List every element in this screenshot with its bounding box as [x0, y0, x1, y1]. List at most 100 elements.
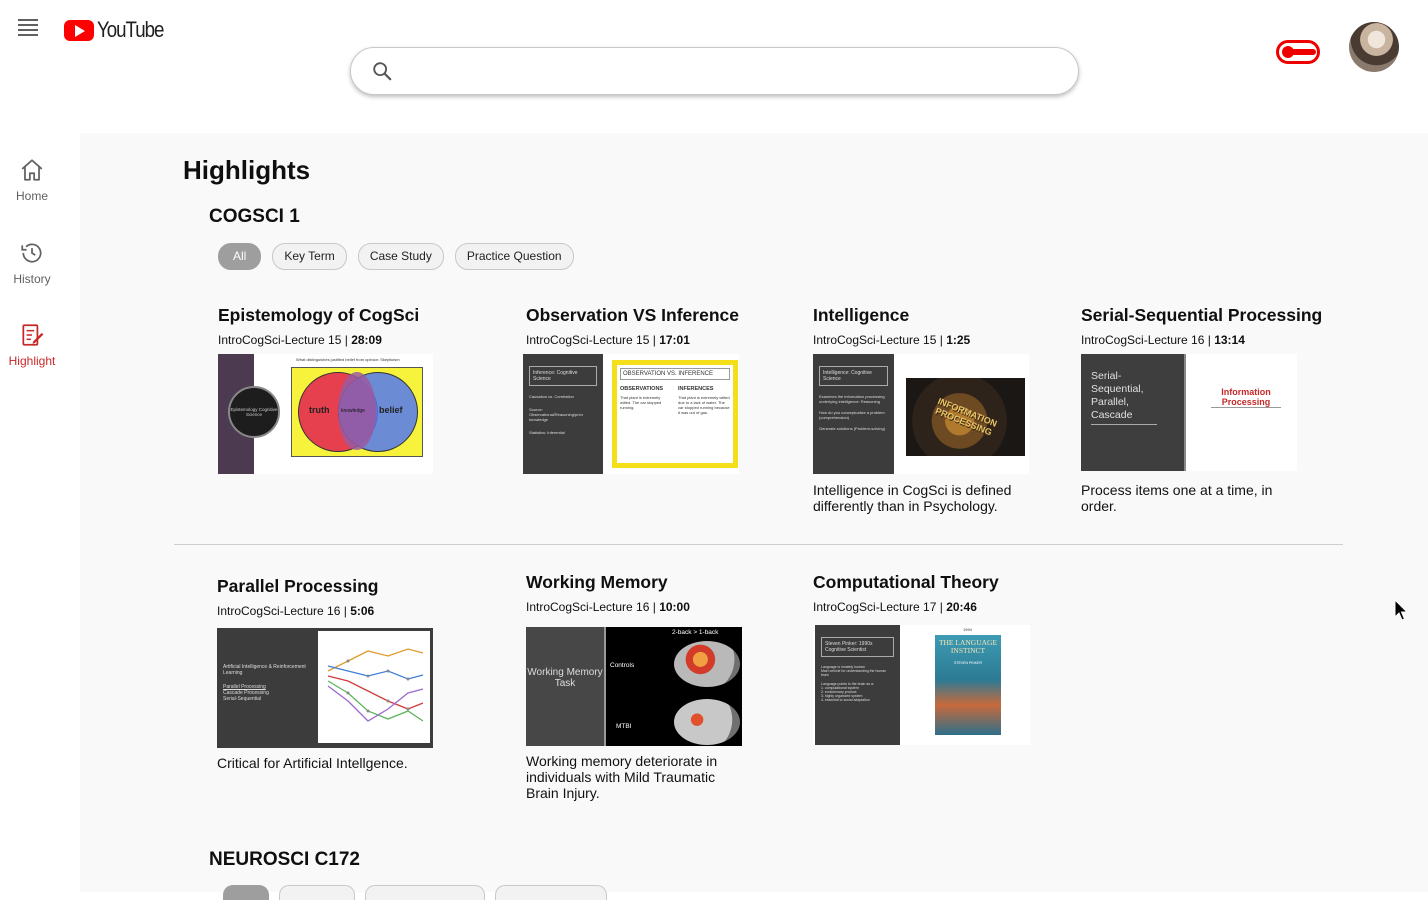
video-thumbnail[interactable]: Serial-Sequential, Parallel, Cascade Inf…: [1081, 354, 1297, 471]
chip-practice-question[interactable]: Practice Question: [454, 243, 574, 270]
slide-line: Source: Observational/Reasoning/prior kn…: [529, 407, 584, 422]
sidebar-item-history[interactable]: History: [0, 240, 64, 286]
toggle-track: [1290, 49, 1316, 55]
chip-practice-question[interactable]: [495, 885, 607, 900]
card-lecture: IntroCogSci-Lecture 16 | 13:14: [1081, 333, 1245, 347]
notebook-col-text: That plant is extremely wilted. The car …: [620, 395, 662, 410]
slide-box: Inference: Cognitive Science: [529, 366, 597, 386]
slide-text: Working Memory Task: [527, 667, 603, 689]
notebook-col-heading: OBSERVATIONS: [620, 386, 664, 392]
mouse-cursor-icon: [1394, 599, 1408, 621]
page-title: Highlights: [183, 155, 311, 185]
top-bar: YouTube: [0, 0, 1428, 120]
slide-panel: Serial-Sequential, Parallel, Cascade: [1081, 354, 1186, 471]
toggle-icon[interactable]: [1276, 40, 1320, 64]
sidebar-item-label: History: [13, 272, 51, 286]
slide-right-text: Information Processing: [1211, 387, 1281, 408]
venn-label-left: truth: [309, 405, 330, 415]
card-description: Working memory deteriorate in individual…: [526, 753, 718, 801]
slide-box: Intelligence: Cognitive Science: [819, 366, 888, 386]
notebook-heading: OBSERVATION VS. INFERENCE: [620, 368, 730, 380]
card-lecture: IntroCogSci-Lecture 15 | 28:09: [218, 333, 382, 347]
brain-label-controls: Controls: [610, 662, 635, 669]
book-year: 1994: [963, 627, 972, 632]
card-timestamp: 20:46: [946, 600, 977, 614]
chip-all[interactable]: All: [218, 243, 262, 270]
search-icon[interactable]: [371, 60, 393, 82]
sidebar-item-highlight[interactable]: Highlight: [0, 322, 64, 368]
highlight-icon: [22, 324, 44, 346]
card-lecture: IntroCogSci-Lecture 16 | 10:00: [526, 600, 690, 614]
gears-image: INFORMATION PROCESSING: [906, 378, 1025, 456]
card-title[interactable]: Serial-Sequential Processing: [1081, 305, 1322, 326]
chip-case-study[interactable]: Case Study: [357, 243, 444, 270]
highlight-card[interactable]: Intelligence IntroCogSci-Lecture 15 | 1:…: [813, 305, 970, 347]
card-title[interactable]: Epistemology of CogSci: [218, 305, 419, 326]
book-author: STEVEN PINKER: [953, 661, 982, 665]
brain-image-mtbi: [674, 699, 740, 745]
filter-chips: All Key Term Case Study Practice Questio…: [218, 243, 574, 270]
row-divider: [174, 544, 1343, 545]
video-thumbnail[interactable]: Epistemology Cognitive Science What dist…: [218, 354, 433, 474]
slide-caption: What distinguishes justified belief from…: [296, 357, 400, 362]
slide-panel: Working Memory Task: [526, 627, 606, 746]
highlight-card[interactable]: Serial-Sequential Processing IntroCogSci…: [1081, 305, 1322, 347]
slide-line: Serial-Sequential: [223, 696, 262, 702]
slide-line: Causation vs. Correlation: [529, 394, 574, 399]
card-description: Critical for Artificial Intellgence.: [217, 755, 408, 771]
video-thumbnail[interactable]: Working Memory Task 2-back > 1-back Cont…: [526, 627, 742, 746]
home-icon: [21, 159, 43, 181]
card-title[interactable]: Computational Theory: [813, 572, 999, 593]
slide-line: Generate solutions (Problem-solving): [819, 426, 886, 431]
notebook-image: OBSERVATION VS. INFERENCE OBSERVATIONS Th…: [612, 360, 738, 468]
card-timestamp: 17:01: [659, 333, 690, 347]
card-lecture: IntroCogSci-Lecture 16 | 5:06: [217, 604, 375, 618]
sidebar: Home History Highlight: [0, 135, 80, 892]
video-thumbnail[interactable]: Inference: Cognitive Science Causation v…: [523, 354, 739, 474]
highlight-card[interactable]: Parallel Processing IntroCogSci-Lecture …: [217, 576, 378, 618]
chip-case-study[interactable]: [365, 885, 485, 900]
chip-key-term[interactable]: Key Term: [272, 243, 347, 270]
brain-label-mtbi: MTBI: [616, 723, 632, 730]
highlight-card[interactable]: Computational Theory IntroCogSci-Lecture…: [813, 572, 999, 614]
venn-label-right: belief: [379, 405, 403, 415]
slide-panel: Inference: Cognitive Science Causation v…: [523, 354, 603, 474]
card-description: Intelligence in CogSci is defined differ…: [813, 482, 1012, 514]
slide-line: Statistics: Inferential: [529, 430, 565, 435]
slide-box: Steven Pinker: 1990s Cognitive Scientist: [821, 637, 894, 657]
video-thumbnail[interactable]: Artificial Intelligence & Reinforcement …: [217, 628, 433, 748]
slide-panel: Intelligence: Cognitive Science Examines…: [813, 354, 894, 474]
slide-panel: Artificial Intelligence & Reinforcement …: [217, 628, 317, 748]
card-timestamp: 5:06: [350, 604, 375, 618]
avatar[interactable]: [1349, 22, 1399, 72]
venn-label-mid: knowledge: [341, 408, 365, 414]
youtube-logo[interactable]: YouTube: [64, 17, 175, 43]
highlight-card[interactable]: Working Memory IntroCogSci-Lecture 16 | …: [526, 572, 690, 614]
chip-all[interactable]: [223, 885, 269, 900]
highlight-card[interactable]: Observation VS Inference IntroCogSci-Lec…: [526, 305, 739, 347]
sidebar-item-home[interactable]: Home: [0, 157, 64, 203]
history-icon: [21, 243, 42, 263]
notebook-col-heading: INFERENCES: [678, 386, 714, 392]
book-cover: THE LANGUAGE INSTINCT STEVEN PINKER: [935, 635, 1001, 735]
highlight-card[interactable]: Epistemology of CogSci IntroCogSci-Lectu…: [218, 305, 419, 347]
search-bar[interactable]: [350, 47, 1079, 95]
video-thumbnail[interactable]: Steven Pinker: 1990s Cognitive Scientist…: [813, 625, 1030, 745]
card-timestamp: 28:09: [351, 333, 382, 347]
card-lecture: IntroCogSci-Lecture 17 | 20:46: [813, 600, 977, 614]
menu-icon[interactable]: [18, 19, 38, 36]
network-diagram: [318, 631, 430, 743]
card-timestamp: 1:25: [946, 333, 971, 347]
main-content: Highlights COGSCI 1 All Key Term Case St…: [80, 133, 1428, 900]
card-title[interactable]: Parallel Processing: [217, 576, 378, 597]
search-input[interactable]: [411, 56, 1055, 86]
slide-line: 4. essential to social adaptation: [821, 698, 870, 702]
card-title[interactable]: Intelligence: [813, 305, 970, 326]
card-title[interactable]: Working Memory: [526, 572, 690, 593]
slide-line: Examines the information processing unde…: [819, 394, 885, 404]
slide-text: Serial-Sequential, Parallel, Cascade: [1091, 370, 1157, 425]
card-lecture: IntroCogSci-Lecture 15 | 1:25: [813, 333, 971, 347]
card-title[interactable]: Observation VS Inference: [526, 305, 739, 326]
chip-key-term[interactable]: [279, 885, 355, 900]
video-thumbnail[interactable]: Intelligence: Cognitive Science Examines…: [813, 354, 1029, 474]
